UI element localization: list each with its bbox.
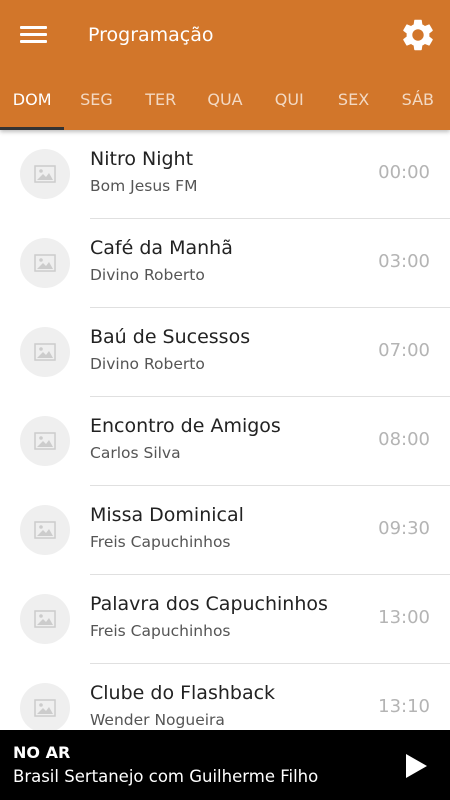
schedule-row[interactable]: Clube do Flashback Wender Nogueira 13:10 [0, 664, 450, 730]
schedule-row[interactable]: Baú de Sucessos Divino Roberto 07:00 [0, 308, 450, 397]
play-icon[interactable] [400, 751, 430, 781]
program-title: Encontro de Amigos [90, 415, 281, 437]
image-placeholder-icon [20, 238, 70, 288]
schedule-row[interactable]: Nitro Night Bom Jesus FM 00:00 [0, 130, 450, 219]
page-title: Programação [88, 24, 214, 46]
on-air-label: NO AR [13, 743, 71, 762]
program-time: 13:10 [378, 696, 430, 717]
schedule-row[interactable]: Missa Dominical Freis Capuchinhos 09:30 [0, 486, 450, 575]
program-host: Carlos Silva [90, 444, 181, 462]
image-placeholder-icon [20, 149, 70, 199]
program-title: Café da Manhã [90, 237, 233, 259]
schedule-row[interactable]: Palavra dos Capuchinhos Freis Capuchinho… [0, 575, 450, 664]
now-playing-title: Brasil Sertanejo com Guilherme Filho [13, 767, 319, 786]
program-time: 13:00 [378, 607, 430, 628]
schedule-row[interactable]: Encontro de Amigos Carlos Silva 08:00 [0, 397, 450, 486]
app-bar: Programação DOM SEG TER QUA QUI SEX SÁB [0, 0, 450, 130]
image-placeholder-icon [20, 505, 70, 555]
program-title: Missa Dominical [90, 504, 244, 526]
tab-sab[interactable]: SÁB [386, 78, 450, 130]
now-playing-bar[interactable]: NO AR Brasil Sertanejo com Guilherme Fil… [0, 730, 450, 800]
app-screen: Programação DOM SEG TER QUA QUI SEX SÁB … [0, 0, 450, 800]
program-host: Divino Roberto [90, 266, 205, 284]
program-title: Nitro Night [90, 148, 194, 170]
image-placeholder-icon [20, 594, 70, 644]
program-time: 08:00 [378, 429, 430, 450]
program-time: 03:00 [378, 251, 430, 272]
program-title: Palavra dos Capuchinhos [90, 593, 328, 615]
tab-sex[interactable]: SEX [321, 78, 385, 130]
schedule-list: Nitro Night Bom Jesus FM 00:00 Café da M… [0, 130, 450, 730]
image-placeholder-icon [20, 416, 70, 466]
program-host: Divino Roberto [90, 355, 205, 373]
image-placeholder-icon [20, 683, 70, 730]
tab-qui[interactable]: QUI [257, 78, 321, 130]
program-title: Baú de Sucessos [90, 326, 251, 348]
tab-ter[interactable]: TER [129, 78, 193, 130]
gear-icon[interactable] [399, 16, 437, 54]
hamburger-menu-icon[interactable] [18, 22, 50, 48]
day-tabs: DOM SEG TER QUA QUI SEX SÁB [0, 78, 450, 130]
program-time: 09:30 [378, 518, 430, 539]
tab-seg[interactable]: SEG [64, 78, 128, 130]
program-host: Freis Capuchinhos [90, 622, 231, 640]
program-time: 00:00 [378, 162, 430, 183]
program-title: Clube do Flashback [90, 682, 276, 704]
image-placeholder-icon [20, 327, 70, 377]
program-host: Wender Nogueira [90, 711, 225, 729]
schedule-row[interactable]: Café da Manhã Divino Roberto 03:00 [0, 219, 450, 308]
program-host: Freis Capuchinhos [90, 533, 231, 551]
program-time: 07:00 [378, 340, 430, 361]
tab-qua[interactable]: QUA [193, 78, 257, 130]
program-host: Bom Jesus FM [90, 177, 198, 195]
tab-dom[interactable]: DOM [0, 78, 65, 130]
